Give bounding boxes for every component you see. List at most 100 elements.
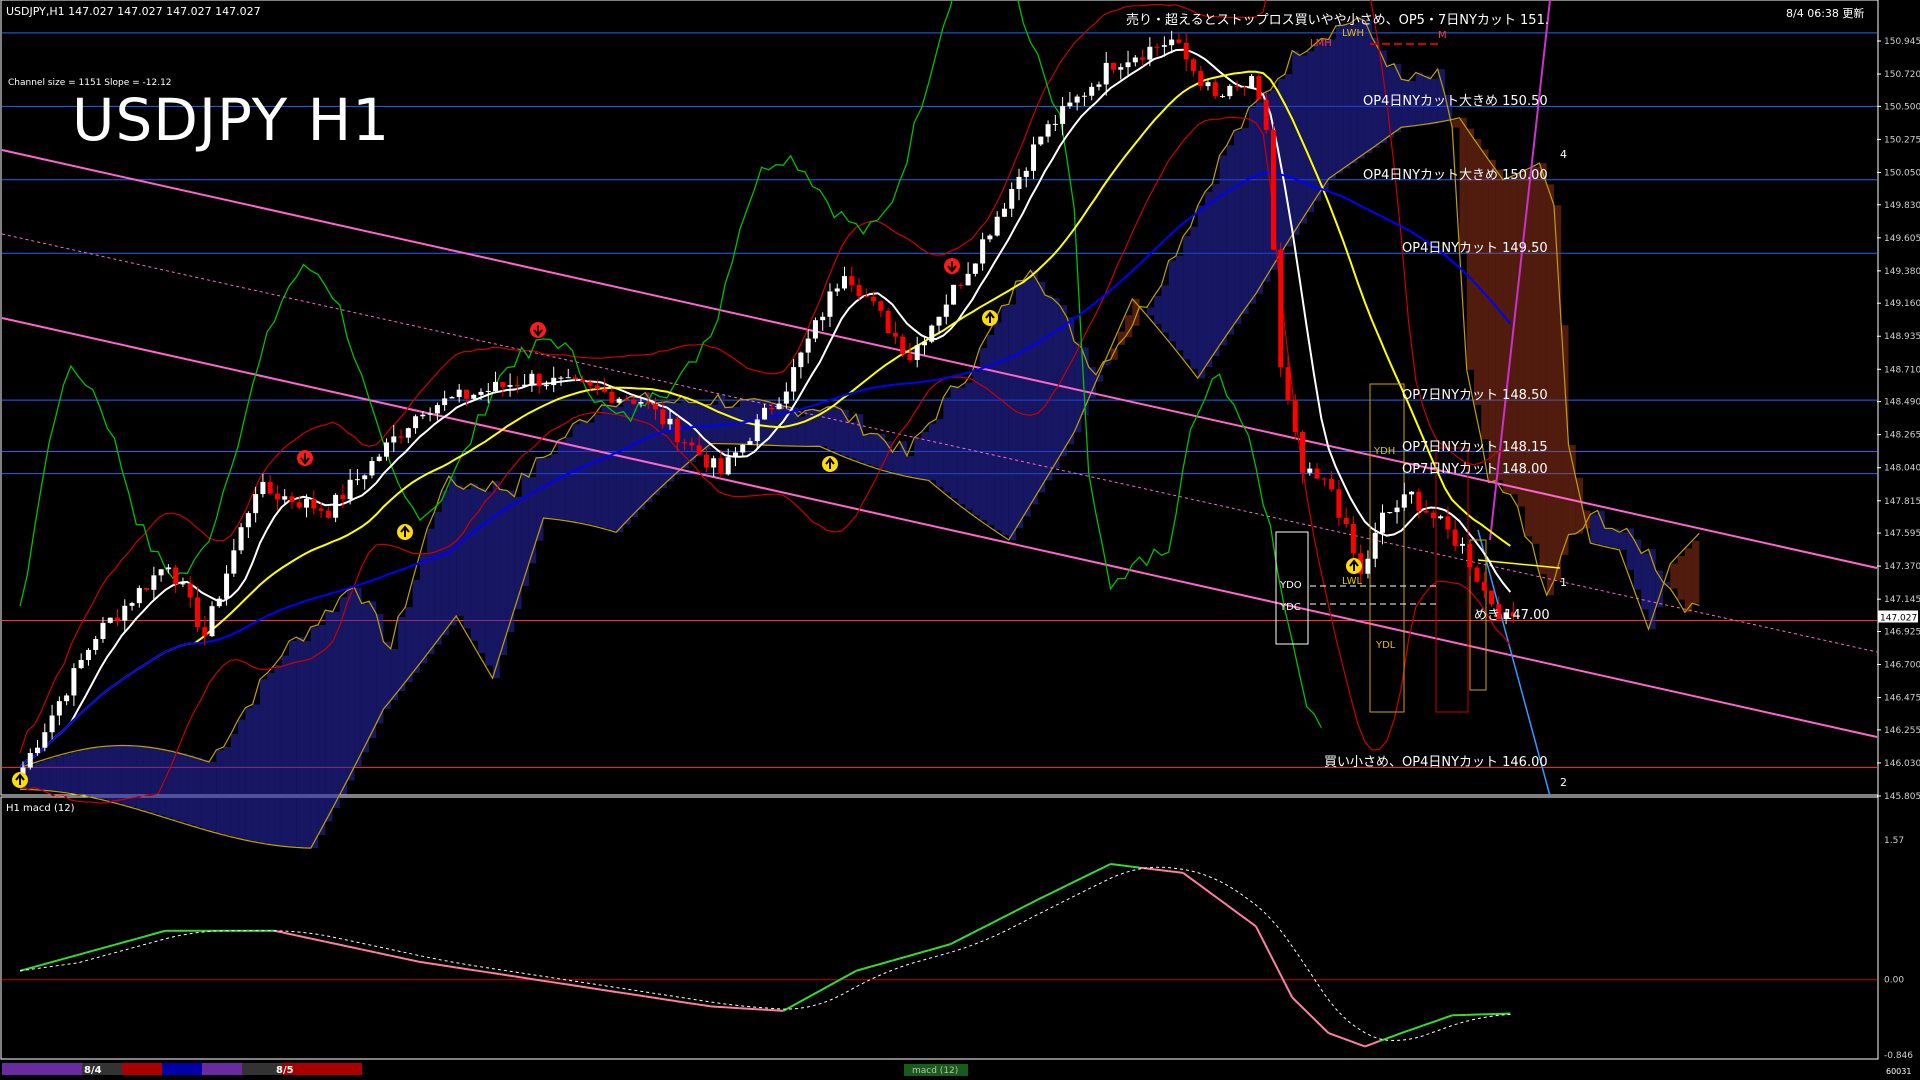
candle-body bbox=[565, 377, 571, 379]
macd-segment bbox=[397, 956, 406, 960]
macd-segment bbox=[405, 957, 413, 962]
date-segment bbox=[202, 1063, 242, 1075]
candle-body bbox=[507, 385, 513, 387]
macd-segment bbox=[1066, 880, 1075, 887]
candle-body bbox=[1365, 558, 1371, 574]
candle-body bbox=[194, 597, 200, 628]
candle-body bbox=[536, 373, 542, 387]
cloud-segment bbox=[56, 755, 64, 792]
macd-segment bbox=[1132, 865, 1140, 869]
cloud-segment bbox=[1641, 553, 1649, 610]
macd-segment bbox=[99, 945, 108, 950]
candle-body bbox=[1074, 96, 1080, 103]
candle-body bbox=[1249, 76, 1255, 89]
macd-segment bbox=[56, 957, 64, 962]
macd-segment bbox=[1437, 1016, 1446, 1022]
cloud-segment bbox=[288, 641, 297, 847]
macd-segment bbox=[1320, 1025, 1330, 1034]
candle-body bbox=[1467, 543, 1473, 568]
candle-body bbox=[253, 494, 259, 514]
cloud-segment bbox=[187, 755, 195, 825]
cloud-segment bbox=[165, 750, 173, 818]
macd-segment bbox=[106, 943, 115, 948]
macd-segment bbox=[1051, 888, 1061, 894]
cloud-segment bbox=[1037, 281, 1046, 493]
macd-segment bbox=[1306, 1011, 1315, 1020]
candle-body bbox=[972, 263, 978, 274]
cloud-segment bbox=[201, 759, 210, 829]
cloud-segment bbox=[550, 454, 558, 519]
date-segment bbox=[322, 1063, 362, 1075]
candle-body bbox=[1154, 46, 1160, 48]
cloud-segment bbox=[1590, 514, 1598, 544]
macd-segment bbox=[390, 954, 399, 959]
macd-segment bbox=[1124, 864, 1133, 868]
candle-body bbox=[180, 583, 186, 585]
level-label: めき 147.00 bbox=[1474, 608, 1550, 624]
price-tick-label: 148.710 bbox=[1884, 365, 1920, 375]
cloud-segment bbox=[1539, 163, 1547, 575]
candle-body bbox=[1263, 99, 1269, 130]
candle-body bbox=[1140, 57, 1146, 60]
cloud-segment bbox=[579, 419, 588, 524]
macd-segment bbox=[550, 980, 559, 985]
cloud-segment bbox=[601, 405, 609, 529]
macd-segment bbox=[528, 977, 537, 981]
candle-body bbox=[921, 341, 927, 346]
cloud-segment bbox=[347, 590, 355, 781]
cloud-segment bbox=[652, 404, 660, 496]
candle-body bbox=[100, 622, 106, 639]
candle-body bbox=[354, 479, 360, 481]
level-label: 買い小さめ、OP4日NYカット 146.00 bbox=[1324, 755, 1548, 771]
candle-body bbox=[165, 567, 171, 570]
price-tick-label: 150.720 bbox=[1884, 70, 1920, 80]
macd-segment bbox=[797, 997, 806, 1004]
cloud-segment bbox=[1154, 295, 1162, 324]
chart-canvas[interactable]: 1.570.00-0.846 150.945150.720150.500150.… bbox=[0, 0, 1920, 1080]
cloud-segment bbox=[1321, 38, 1329, 190]
candle-body bbox=[420, 414, 426, 417]
macd-segment bbox=[492, 972, 500, 976]
candle-body bbox=[129, 603, 135, 606]
candle-body bbox=[805, 338, 811, 353]
candle-body bbox=[398, 436, 404, 438]
cloud-segment bbox=[725, 407, 733, 444]
cloud-segment bbox=[1175, 255, 1184, 351]
candle-body bbox=[783, 391, 789, 404]
candle-body bbox=[1459, 543, 1465, 546]
macd-segment bbox=[1233, 909, 1242, 917]
candle-body bbox=[522, 384, 528, 387]
candle-body bbox=[929, 325, 935, 342]
candle-body bbox=[594, 385, 600, 389]
macd-segment bbox=[143, 933, 152, 938]
box-label-m: M bbox=[1438, 30, 1447, 41]
price-tick-label: 148.490 bbox=[1884, 398, 1920, 408]
macd-segment bbox=[1298, 1003, 1308, 1013]
cloud-segment bbox=[310, 627, 319, 849]
candle-body bbox=[231, 550, 237, 574]
macd-segment bbox=[361, 948, 370, 952]
macd-segment bbox=[325, 940, 333, 945]
candle-body bbox=[856, 285, 862, 296]
macd-segment bbox=[899, 955, 908, 960]
macd-segment bbox=[1335, 1034, 1344, 1040]
cloud-segment bbox=[1670, 563, 1678, 589]
candle-body bbox=[660, 409, 666, 425]
cloud-segment bbox=[965, 382, 973, 510]
macd-segment bbox=[695, 1003, 704, 1007]
macd-segment bbox=[499, 973, 508, 977]
cloud-segment bbox=[1125, 315, 1133, 338]
cloud-segment bbox=[688, 402, 697, 463]
macd-segment bbox=[477, 969, 486, 973]
candle-body bbox=[296, 502, 302, 508]
cloud-segment bbox=[1197, 205, 1206, 379]
channel-number-label: 1 bbox=[1560, 576, 1567, 589]
box-red bbox=[1435, 447, 1469, 713]
macd-segment bbox=[826, 981, 835, 988]
cloud-segment bbox=[1008, 304, 1016, 540]
macd-segment bbox=[150, 931, 159, 936]
candle-body bbox=[282, 496, 288, 500]
candle-body bbox=[1234, 85, 1240, 88]
cloud-segment bbox=[216, 749, 224, 834]
cloud-segment bbox=[267, 673, 275, 845]
